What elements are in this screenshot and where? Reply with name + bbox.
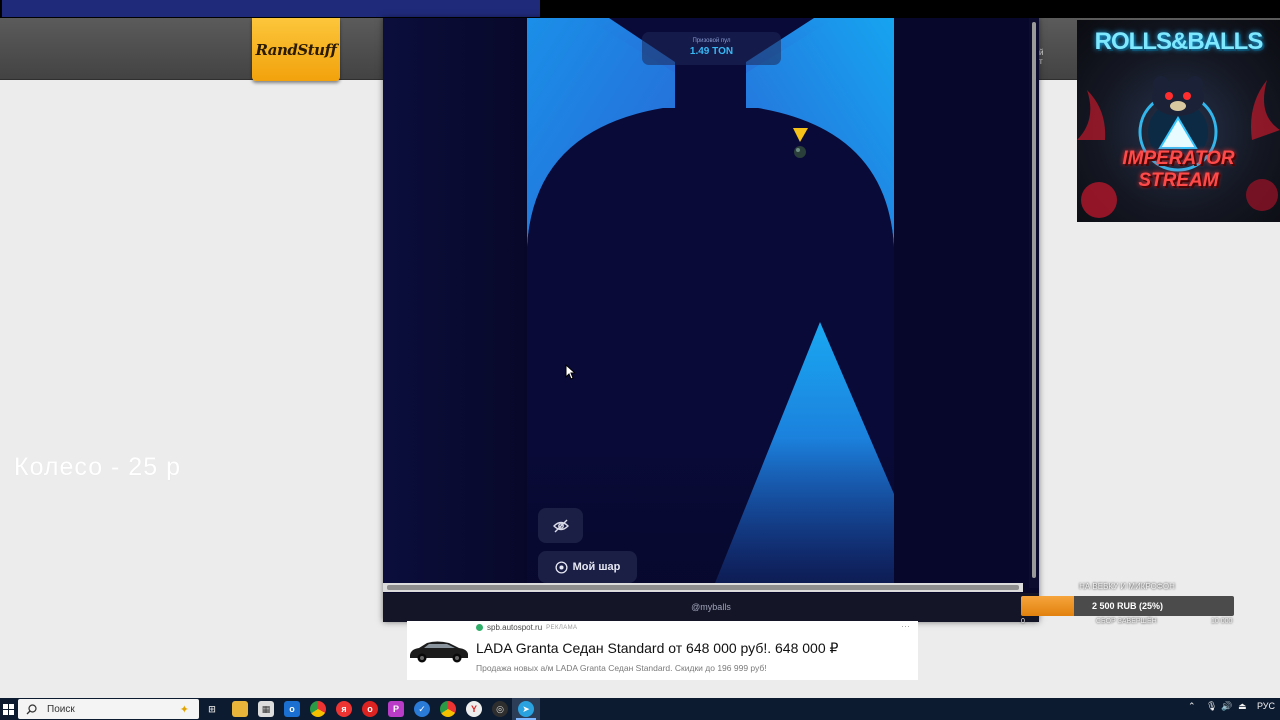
donation-max: 10 000	[1211, 618, 1233, 625]
outlook-icon[interactable]: o	[284, 701, 300, 717]
store-icon[interactable]: ▦	[258, 701, 274, 717]
pycharm-icon[interactable]: P	[388, 701, 404, 717]
copilot-sparkle-icon: ✦	[179, 703, 189, 716]
my-ball-button[interactable]: Мой шар	[538, 551, 637, 583]
donation-progress-bar: 2 500 RUB (25%)	[1021, 596, 1234, 616]
site-logo-text: RandStuff	[255, 40, 338, 59]
windows-logo-icon	[2, 703, 14, 715]
ad-banner[interactable]: spb.autospot.ru РЕКЛАМА ··· LADA Granta …	[407, 621, 918, 680]
horizontal-scrollbar[interactable]	[383, 583, 1023, 592]
overlay-art-subtitle-1: IMPERATOR	[1122, 148, 1235, 169]
check-icon[interactable]: ✓	[414, 701, 430, 717]
stream-overlay-art: ROLLS&BALLS IMPERATOR STREAM	[1077, 20, 1280, 222]
game-side-left	[383, 18, 527, 588]
prize-pool-value: 1.49 TON	[689, 46, 734, 57]
telegram-taskbar-button[interactable]: ➤	[512, 698, 540, 720]
ad-description: Продажа новых а/м LADA Granta Седан Stan…	[476, 663, 767, 673]
bot-handle[interactable]: @myballs	[691, 602, 731, 612]
overlay-art-title: ROLLS&BALLS	[1094, 28, 1264, 55]
overlay-art-subtitle-2: STREAM	[1138, 170, 1219, 191]
ad-title[interactable]: LADA Granta Седан Standard от 648 000 ру…	[476, 640, 838, 657]
usb-icon[interactable]: ⏏	[1238, 701, 1247, 712]
search-placeholder: Поиск	[47, 703, 75, 715]
chrome-icon[interactable]	[310, 701, 326, 717]
start-button[interactable]	[0, 698, 16, 720]
ad-favicon-icon	[476, 624, 483, 631]
header-side-text: йт	[1039, 48, 1044, 66]
vertical-scrollbar-thumb[interactable]	[1032, 22, 1036, 578]
prize-pool-caption: Призовой пул	[692, 38, 731, 44]
ad-domain-row: spb.autospot.ru РЕКЛАМА	[476, 623, 577, 632]
ball	[794, 146, 806, 158]
opera-icon[interactable]: o	[362, 701, 378, 717]
car-image	[410, 641, 468, 663]
yandex-browser-icon[interactable]: Y	[466, 701, 482, 717]
prize-pool: Призовой пул 1.49 TON	[642, 32, 781, 65]
mini-app-footer: @myballs	[383, 593, 1039, 622]
donation-min: 0	[1021, 618, 1025, 625]
volume-icon[interactable]: 🔊	[1221, 701, 1232, 712]
file-explorer-icon[interactable]	[232, 701, 248, 717]
game-side-right	[894, 18, 1029, 588]
search-icon	[26, 703, 37, 714]
wheel-price-label: Колесо - 25 р	[14, 453, 181, 481]
telegram-icon: ➤	[518, 701, 534, 717]
taskbar-search-box[interactable]: Поиск ✦	[18, 699, 199, 719]
game-canvas[interactable]	[383, 18, 1039, 588]
hide-balls-button[interactable]	[538, 508, 583, 543]
language-indicator[interactable]: РУС	[1257, 701, 1275, 711]
obs-icon[interactable]: ◎	[492, 701, 508, 717]
site-logo[interactable]: RandStuff	[252, 18, 340, 81]
horizontal-scrollbar-thumb[interactable]	[387, 585, 1019, 590]
eye-off-icon	[552, 519, 569, 532]
vertical-scrollbar[interactable]	[1029, 18, 1039, 588]
game-window[interactable]: Призовой пул 1.49 TON Мой шар @myballs	[383, 18, 1039, 622]
tray-chevron-icon[interactable]: ⌃	[1188, 701, 1196, 712]
ad-domain[interactable]: spb.autospot.ru	[487, 623, 542, 632]
chrome-alt-icon[interactable]	[440, 701, 456, 717]
taskbar: Поиск ✦ ⊞ ▦ o я o P ✓ Y ◎ ➤ ⌃ 🎙 🔊 ⏏ РУС	[0, 698, 1280, 720]
donation-status: СБОР ЗАВЕРШЁН	[1096, 618, 1157, 625]
yandex-icon[interactable]: я	[336, 701, 352, 717]
ad-tag: РЕКЛАМА	[546, 624, 578, 631]
ad-more-button[interactable]: ···	[901, 621, 910, 631]
eye-icon	[555, 560, 568, 574]
mouse-cursor-icon	[565, 364, 575, 380]
my-ball-label: Мой шар	[572, 561, 621, 573]
browser-tab-strip	[2, 0, 540, 17]
donation-amount: 2 500 RUB (25%)	[1091, 601, 1164, 611]
microphone-icon[interactable]: 🎙	[1206, 701, 1217, 712]
task-view-icon[interactable]: ⊞	[204, 701, 220, 717]
donation-goal-title: НА ВЕБКУ И МИКРОФОН	[1079, 582, 1175, 591]
top-strip	[0, 0, 1280, 18]
